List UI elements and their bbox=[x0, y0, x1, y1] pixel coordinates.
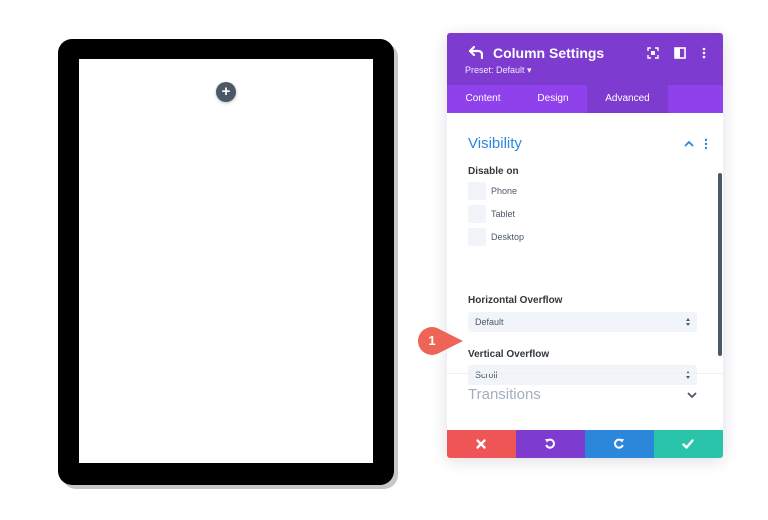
chevron-down-icon[interactable] bbox=[687, 391, 697, 399]
tablet-label: Tablet bbox=[491, 209, 516, 219]
desktop-checkbox[interactable] bbox=[468, 228, 486, 246]
phone-label: Phone bbox=[491, 186, 518, 196]
tab-design[interactable]: Design bbox=[519, 85, 587, 113]
vertical-overflow-value: Scroll bbox=[475, 370, 498, 380]
vertical-overflow-label: Vertical Overflow bbox=[468, 349, 550, 360]
cancel-button[interactable] bbox=[447, 430, 516, 458]
checkmark-icon bbox=[682, 439, 694, 449]
settings-tabs: Content Design Advanced bbox=[447, 85, 723, 113]
sidebar-toggle-icon[interactable] bbox=[674, 47, 686, 59]
callout-number: 1 bbox=[428, 333, 436, 348]
visibility-section-title[interactable]: Visibility bbox=[468, 135, 522, 152]
save-button[interactable] bbox=[654, 430, 723, 458]
panel-scrollbar[interactable] bbox=[718, 173, 722, 356]
undo-button[interactable] bbox=[516, 430, 585, 458]
tablet-screen: + bbox=[79, 59, 373, 463]
preset-dropdown[interactable]: Preset: Default ▾ bbox=[465, 65, 532, 76]
panel-header: Column Settings Preset: Default ▾ bbox=[447, 33, 723, 85]
panel-footer bbox=[447, 430, 723, 458]
redo-button[interactable] bbox=[585, 430, 654, 458]
transitions-section-title[interactable]: Transitions bbox=[468, 386, 541, 403]
panel-title: Column Settings bbox=[493, 45, 605, 61]
chevron-up-icon[interactable] bbox=[684, 140, 694, 148]
section-options-icon[interactable] bbox=[704, 138, 708, 150]
tab-content[interactable]: Content bbox=[447, 85, 519, 113]
horizontal-overflow-select[interactable]: Default bbox=[468, 312, 697, 332]
section-divider bbox=[447, 373, 723, 374]
redo-icon bbox=[614, 438, 624, 449]
desktop-label: Desktop bbox=[491, 232, 525, 242]
select-arrows-icon bbox=[686, 371, 690, 379]
tab-advanced[interactable]: Advanced bbox=[587, 85, 668, 113]
vertical-overflow-select[interactable]: Scroll bbox=[468, 365, 697, 385]
column-settings-panel: Column Settings Preset: Default ▾ Conten… bbox=[447, 33, 723, 458]
step-callout: 1 bbox=[417, 327, 463, 355]
horizontal-overflow-label: Horizontal Overflow bbox=[468, 295, 563, 306]
tablet-frame: + bbox=[58, 39, 394, 485]
more-options-icon[interactable] bbox=[698, 47, 710, 59]
select-arrows-icon bbox=[686, 318, 690, 326]
back-arrow-icon[interactable] bbox=[469, 45, 483, 59]
panel-body: Visibility Disable on Phone Tablet Deskt… bbox=[447, 113, 723, 430]
phone-checkbox[interactable] bbox=[468, 182, 486, 200]
horizontal-overflow-value: Default bbox=[475, 317, 504, 327]
disable-on-label: Disable on bbox=[468, 166, 519, 177]
add-module-button[interactable]: + bbox=[216, 82, 236, 102]
tablet-checkbox[interactable] bbox=[468, 205, 486, 223]
close-icon bbox=[476, 439, 486, 449]
undo-icon bbox=[545, 438, 555, 449]
fullscreen-icon[interactable] bbox=[647, 47, 659, 59]
